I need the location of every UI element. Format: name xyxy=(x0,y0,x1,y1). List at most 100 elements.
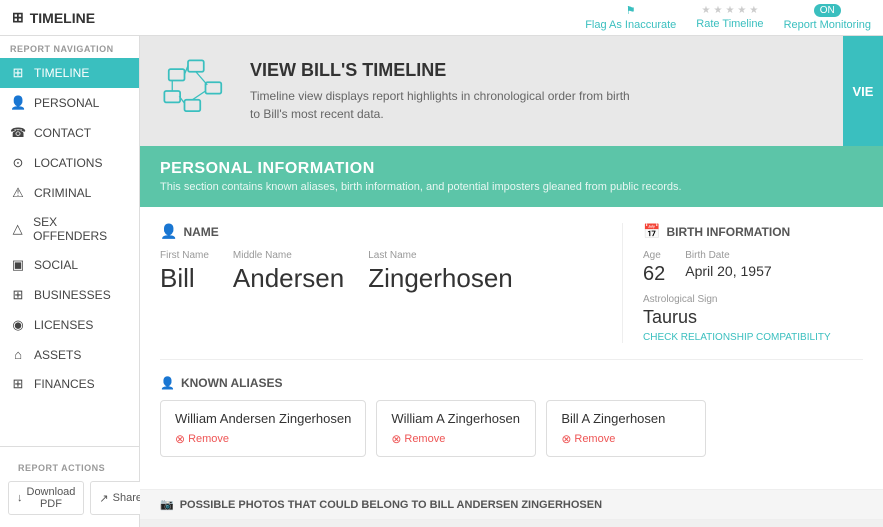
sidebar-item-licenses[interactable]: ◉ LICENSES xyxy=(0,310,139,340)
photos-title-text: POSSIBLE PHOTOS THAT COULD BELONG TO BIL… xyxy=(180,499,602,511)
first-name-label: First Name xyxy=(160,250,209,261)
sidebar-item-assets[interactable]: ⌂ ASSETS xyxy=(0,340,139,369)
aliases-title-text: KNOWN ALIASES xyxy=(181,376,283,390)
flag-icon: ⚑ xyxy=(626,4,636,17)
sidebar-item-locations[interactable]: ⊙ LOCATIONS xyxy=(0,148,139,178)
birth-date-label: Birth Date xyxy=(685,250,771,261)
aliases-list: William Andersen Zingerhosen Remove Will… xyxy=(160,400,863,457)
actions-section-label: REPORT ACTIONS xyxy=(8,455,131,477)
sidebar-item-finances[interactable]: ⊞ FINANCES xyxy=(0,369,139,399)
timeline-banner: VIEW BILL'S TIMELINE Timeline view displ… xyxy=(140,36,883,146)
content-body: 👤 NAME First Name Bill Middle Name Ander… xyxy=(140,207,883,489)
personal-section-header: PERSONAL INFORMATION This section contai… xyxy=(140,146,883,207)
sidebar-item-label-sex-offenders: SEX OFFENDERS xyxy=(33,215,129,243)
locations-nav-icon: ⊙ xyxy=(10,155,26,171)
sidebar-actions: REPORT ACTIONS ↓ Download PDF ↗ Share xyxy=(0,446,139,527)
sidebar-item-contact[interactable]: ☎ CONTACT xyxy=(0,118,139,148)
app-title: ⊞ TIMELINE xyxy=(12,9,95,26)
alias-remove-0[interactable]: Remove xyxy=(175,432,351,446)
first-name-value: Bill xyxy=(160,263,209,294)
astro-value: Taurus xyxy=(643,307,863,328)
flag-label: Flag As Inaccurate xyxy=(585,19,676,31)
astro-label: Astrological Sign xyxy=(643,294,863,305)
alias-remove-1[interactable]: Remove xyxy=(391,432,521,446)
download-pdf-button[interactable]: ↓ Download PDF xyxy=(8,481,84,515)
download-label: Download PDF xyxy=(27,486,76,510)
alias-name-0: William Andersen Zingerhosen xyxy=(175,411,351,426)
middle-name-label: Middle Name xyxy=(233,250,344,261)
sidebar-item-label-social: SOCIAL xyxy=(34,258,78,272)
last-name-field: Last Name Zingerhosen xyxy=(368,250,513,294)
timeline-nav-icon: ⊞ xyxy=(10,65,26,81)
sidebar-item-label-assets: ASSETS xyxy=(34,348,81,362)
photos-title: 📷 POSSIBLE PHOTOS THAT COULD BELONG TO B… xyxy=(140,489,883,520)
licenses-nav-icon: ◉ xyxy=(10,317,26,333)
alias-card-2: Bill A Zingerhosen Remove xyxy=(546,400,706,457)
age-label: Age xyxy=(643,250,665,261)
sidebar: REPORT NAVIGATION ⊞ TIMELINE 👤 PERSONAL … xyxy=(0,36,140,527)
sex-offenders-nav-icon: △ xyxy=(10,221,25,237)
star-4: ★ xyxy=(737,5,746,16)
alias-name-1: William A Zingerhosen xyxy=(391,411,521,426)
view-button-text: VIE xyxy=(853,84,874,99)
name-title-text: NAME xyxy=(183,225,218,239)
sidebar-item-social[interactable]: ▣ SOCIAL xyxy=(0,250,139,280)
sidebar-item-label-timeline: TIMELINE xyxy=(34,66,89,80)
last-name-value: Zingerhosen xyxy=(368,263,513,294)
top-bar: ⊞ TIMELINE ⚑ Flag As Inaccurate ★ ★ ★ ★ … xyxy=(0,0,883,36)
alias-remove-2[interactable]: Remove xyxy=(561,432,691,446)
name-fields: First Name Bill Middle Name Andersen Las… xyxy=(160,250,602,294)
flag-action[interactable]: ⚑ Flag As Inaccurate xyxy=(585,4,676,31)
rate-action[interactable]: ★ ★ ★ ★ ★ Rate Timeline xyxy=(696,5,763,30)
middle-name-field: Middle Name Andersen xyxy=(233,250,344,294)
main-content: VIEW BILL'S TIMELINE Timeline view displ… xyxy=(140,36,883,527)
middle-name-value: Andersen xyxy=(233,263,344,294)
star-1: ★ xyxy=(702,5,711,16)
sidebar-item-businesses[interactable]: ⊞ BUSINESSES xyxy=(0,280,139,310)
star-3: ★ xyxy=(725,5,734,16)
monitor-toggle[interactable]: ON xyxy=(814,4,841,17)
criminal-nav-icon: ⚠ xyxy=(10,185,26,201)
sidebar-item-label-licenses: LICENSES xyxy=(34,318,93,332)
sidebar-item-label-businesses: BUSINESSES xyxy=(34,288,111,302)
share-label: Share xyxy=(113,492,142,504)
star-2: ★ xyxy=(713,5,722,16)
birth-row: Age 62 Birth Date April 20, 1957 xyxy=(643,250,863,286)
astro-field: Astrological Sign Taurus CHECK RELATIONS… xyxy=(643,294,863,343)
finances-nav-icon: ⊞ xyxy=(10,376,26,392)
app-title-text: TIMELINE xyxy=(30,10,95,26)
sidebar-item-label-contact: CONTACT xyxy=(34,126,91,140)
birth-title-text: BIRTH INFORMATION xyxy=(666,225,790,239)
share-icon: ↗ xyxy=(99,492,108,505)
sidebar-item-sex-offenders[interactable]: △ SEX OFFENDERS xyxy=(0,208,139,250)
info-divider xyxy=(622,223,623,343)
monitor-action[interactable]: ON Report Monitoring xyxy=(784,4,871,31)
timeline-text: VIEW BILL'S TIMELINE Timeline view displ… xyxy=(250,60,630,123)
compat-link[interactable]: CHECK RELATIONSHIP COMPATIBILITY xyxy=(643,332,863,343)
contact-nav-icon: ☎ xyxy=(10,125,26,141)
alias-card-1: William A Zingerhosen Remove xyxy=(376,400,536,457)
last-name-label: Last Name xyxy=(368,250,513,261)
action-buttons: ↓ Download PDF ↗ Share xyxy=(8,477,131,519)
sidebar-item-personal[interactable]: 👤 PERSONAL xyxy=(0,88,139,118)
sidebar-item-label-criminal: CRIMINAL xyxy=(34,186,91,200)
top-actions: ⚑ Flag As Inaccurate ★ ★ ★ ★ ★ Rate Time… xyxy=(585,4,871,31)
download-icon: ↓ xyxy=(17,492,23,504)
assets-nav-icon: ⌂ xyxy=(10,347,26,362)
name-block: 👤 NAME First Name Bill Middle Name Ander… xyxy=(160,223,602,343)
timeline-description: Timeline view displays report highlights… xyxy=(250,87,630,123)
sidebar-item-label-finances: FINANCES xyxy=(34,377,95,391)
nav-section-label: REPORT NAVIGATION xyxy=(0,36,139,58)
sidebar-item-criminal[interactable]: ⚠ CRIMINAL xyxy=(0,178,139,208)
section-desc: This section contains known aliases, bir… xyxy=(160,181,863,193)
view-timeline-button[interactable]: VIE xyxy=(843,36,883,146)
birth-block-title: 📅 BIRTH INFORMATION xyxy=(643,223,863,240)
alias-name-2: Bill A Zingerhosen xyxy=(561,411,691,426)
name-birth-row: 👤 NAME First Name Bill Middle Name Ander… xyxy=(160,223,863,360)
age-field: Age 62 xyxy=(643,250,665,286)
personal-nav-icon: 👤 xyxy=(10,95,26,111)
social-nav-icon: ▣ xyxy=(10,257,26,273)
birth-date-value: April 20, 1957 xyxy=(685,263,771,279)
sidebar-item-timeline[interactable]: ⊞ TIMELINE xyxy=(0,58,139,88)
name-block-title: 👤 NAME xyxy=(160,223,602,240)
